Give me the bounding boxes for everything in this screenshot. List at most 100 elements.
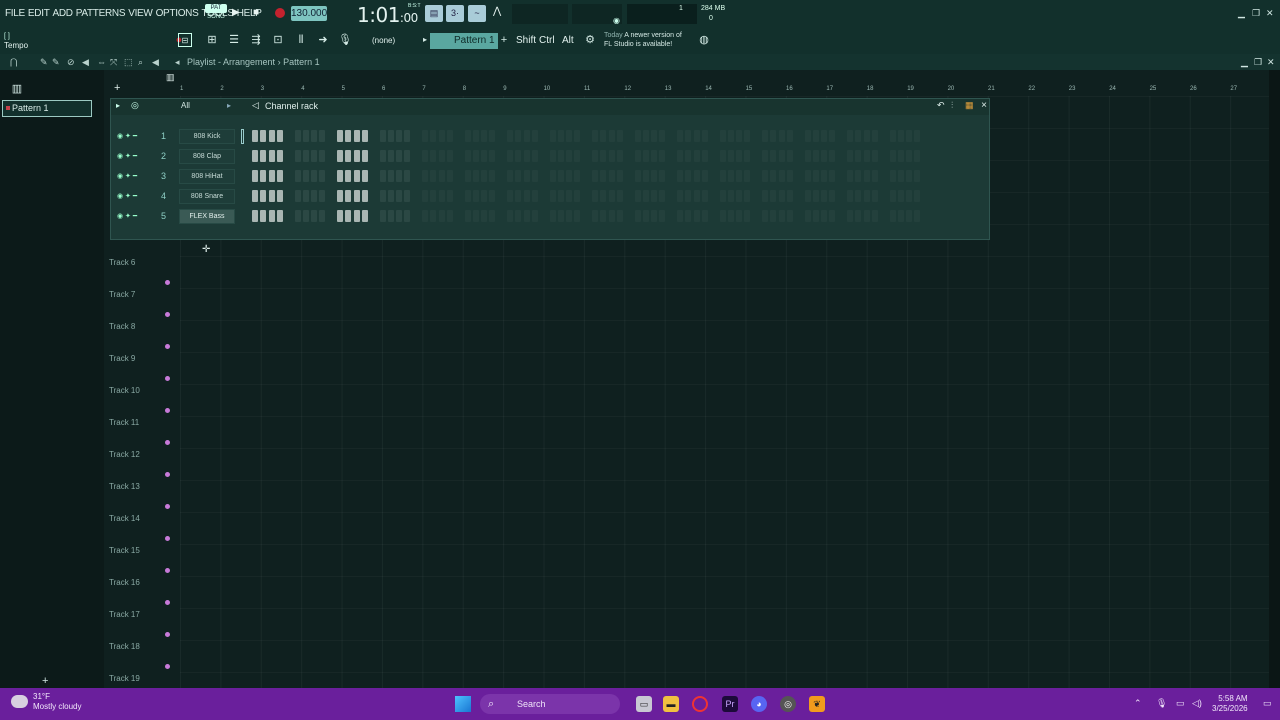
- step-button[interactable]: [446, 130, 453, 142]
- step-button[interactable]: [252, 150, 258, 162]
- step-button[interactable]: [677, 170, 683, 182]
- step-button[interactable]: [592, 150, 598, 162]
- ctrl-key[interactable]: Ctrl: [539, 35, 555, 46]
- mute-tool-icon[interactable]: ◀: [82, 57, 89, 68]
- step-button[interactable]: [855, 210, 862, 222]
- step-button[interactable]: [821, 130, 828, 142]
- step-button[interactable]: [531, 170, 538, 182]
- step-button[interactable]: [642, 170, 649, 182]
- step-button[interactable]: [574, 150, 581, 162]
- step-button[interactable]: [422, 190, 428, 202]
- step-button[interactable]: [353, 190, 360, 202]
- task-view-icon[interactable]: ▭: [636, 696, 652, 712]
- step-button[interactable]: [345, 170, 352, 182]
- step-button[interactable]: [744, 210, 751, 222]
- step-button[interactable]: [472, 130, 479, 142]
- rack-steps-icon[interactable]: ▦: [965, 100, 974, 111]
- track-header[interactable]: Track 17: [109, 610, 140, 619]
- channel-rack-icon[interactable]: ⊡: [271, 33, 285, 47]
- playlist-menu-icon[interactable]: ◂: [175, 57, 180, 68]
- menu-file[interactable]: FILE: [5, 8, 25, 19]
- opera-icon[interactable]: [692, 696, 708, 712]
- step-button[interactable]: [311, 210, 318, 222]
- step-button[interactable]: [608, 210, 615, 222]
- step-button[interactable]: [855, 150, 862, 162]
- step-button[interactable]: [727, 210, 734, 222]
- mixer-icon[interactable]: ⫴: [294, 33, 308, 47]
- step-button[interactable]: [634, 150, 641, 162]
- typing-keyboard-icon[interactable]: ▤: [425, 5, 443, 22]
- step-button[interactable]: [616, 170, 623, 182]
- step-button[interactable]: [693, 170, 700, 182]
- step-button[interactable]: [557, 170, 564, 182]
- step-button[interactable]: [345, 210, 352, 222]
- step-button[interactable]: [387, 190, 394, 202]
- step-button[interactable]: [276, 210, 283, 222]
- step-button[interactable]: [294, 150, 301, 162]
- volume-icon[interactable]: ◁): [1192, 698, 1202, 709]
- step-button[interactable]: [268, 170, 275, 182]
- step-button[interactable]: [634, 210, 641, 222]
- step-button[interactable]: [821, 190, 828, 202]
- step-button[interactable]: [829, 150, 836, 162]
- step-button[interactable]: [311, 150, 318, 162]
- step-button[interactable]: [855, 170, 862, 182]
- step-button[interactable]: [353, 170, 360, 182]
- rack-close-icon[interactable]: ×: [981, 100, 987, 111]
- step-button[interactable]: [701, 210, 708, 222]
- track-led-icon[interactable]: [165, 280, 170, 285]
- step-button[interactable]: [804, 150, 811, 162]
- news-icon[interactable]: ⚙: [583, 33, 597, 47]
- microphone-icon[interactable]: 🎙: [1156, 698, 1167, 709]
- step-button[interactable]: [762, 190, 768, 202]
- step-button[interactable]: [719, 130, 726, 142]
- step-button[interactable]: [897, 170, 904, 182]
- step-button[interactable]: [821, 210, 828, 222]
- draw-tool-icon[interactable]: ✎: [40, 57, 48, 68]
- alt-key[interactable]: Alt: [562, 35, 574, 46]
- step-button[interactable]: [863, 190, 870, 202]
- step-button[interactable]: [651, 210, 658, 222]
- step-button[interactable]: [337, 130, 343, 142]
- step-button[interactable]: [719, 150, 726, 162]
- step-button[interactable]: [719, 190, 726, 202]
- step-button[interactable]: [396, 190, 403, 202]
- step-button[interactable]: [268, 130, 275, 142]
- step-button[interactable]: [549, 150, 556, 162]
- step-button[interactable]: [693, 150, 700, 162]
- loop-record-icon[interactable]: ⋀: [493, 6, 501, 17]
- step-button[interactable]: [464, 170, 471, 182]
- step-button[interactable]: [472, 210, 479, 222]
- step-button[interactable]: [592, 170, 598, 182]
- step-button[interactable]: [379, 150, 386, 162]
- step-button[interactable]: [786, 130, 793, 142]
- step-button[interactable]: [481, 210, 488, 222]
- step-button[interactable]: [762, 130, 768, 142]
- zoom-tool-icon[interactable]: ⌕: [138, 57, 143, 68]
- step-button[interactable]: [557, 130, 564, 142]
- step-button[interactable]: [914, 150, 921, 162]
- step-button[interactable]: [727, 170, 734, 182]
- step-button[interactable]: [515, 130, 522, 142]
- track-header[interactable]: Track 13: [109, 482, 140, 491]
- step-button[interactable]: [311, 170, 318, 182]
- step-button[interactable]: [889, 210, 896, 222]
- step-button[interactable]: [600, 150, 607, 162]
- step-button[interactable]: [557, 190, 564, 202]
- step-button[interactable]: [566, 130, 573, 142]
- track-header[interactable]: Track 10: [109, 386, 140, 395]
- step-button[interactable]: [319, 130, 326, 142]
- step-button[interactable]: [531, 210, 538, 222]
- step-button[interactable]: [276, 190, 283, 202]
- step-button[interactable]: [430, 170, 437, 182]
- add-track-icon[interactable]: +: [42, 675, 48, 687]
- play-icon[interactable]: ▶: [232, 7, 240, 18]
- step-button[interactable]: [252, 210, 258, 222]
- track-header[interactable]: Track 12: [109, 450, 140, 459]
- track-led-icon[interactable]: [165, 536, 170, 541]
- step-button[interactable]: [311, 130, 318, 142]
- step-button[interactable]: [634, 190, 641, 202]
- step-button[interactable]: [353, 150, 360, 162]
- step-button[interactable]: [770, 130, 777, 142]
- track-led-icon[interactable]: [165, 376, 170, 381]
